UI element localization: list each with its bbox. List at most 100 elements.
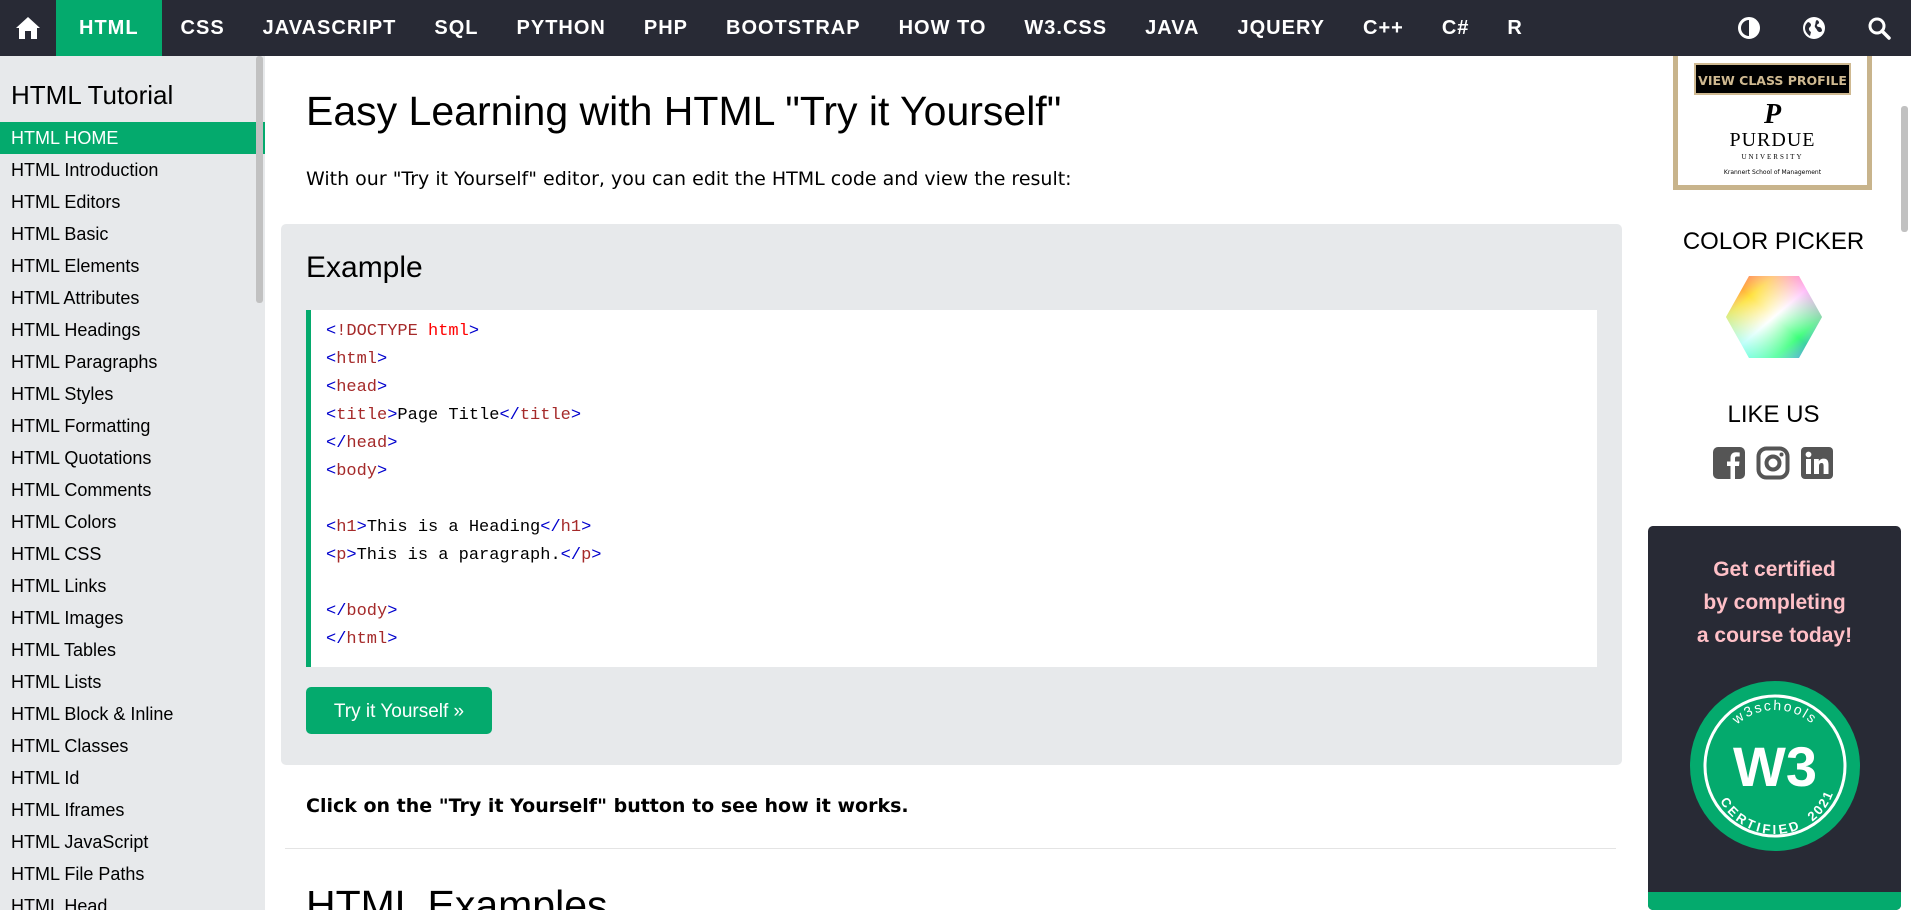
language-button[interactable] [1781,0,1846,56]
ad-banner: VIEW CLASS PROFILE [1694,63,1851,95]
sidebar-item-html-lists[interactable]: HTML Lists [0,666,265,698]
instagram-icon [1756,446,1790,480]
code-line: </head> [326,434,398,453]
nav-item-python[interactable]: PYTHON [498,0,625,56]
sidebar-item-html-elements[interactable]: HTML Elements [0,250,265,282]
sidebar-item-html-file-paths[interactable]: HTML File Paths [0,858,265,890]
example-title: Example [306,251,423,284]
instagram-link[interactable] [1756,446,1790,480]
sidebar-title: HTML Tutorial [11,80,174,110]
sidebar-item-html-javascript[interactable]: HTML JavaScript [0,826,265,858]
cert-line-1: Get certified [1713,558,1836,581]
sidebar-item-html-quotations[interactable]: HTML Quotations [0,442,265,474]
sidebar-item-html-css[interactable]: HTML CSS [0,538,265,570]
linkedin-link[interactable] [1800,446,1834,480]
social-links [1712,446,1834,480]
sidebar-item-html-attributes[interactable]: HTML Attributes [0,282,265,314]
section-heading-examples: HTML Examples [306,882,608,910]
sidebar-item-html-block-inline[interactable]: HTML Block & Inline [0,698,265,730]
code-line: <html> [326,350,388,369]
code-block: <!DOCTYPE html> <html> <head> <title>Pag… [306,310,1597,667]
ad-logo-letter: P [1763,99,1782,130]
divider [285,848,1616,849]
purdue-ad[interactable]: VIEW CLASS PROFILE P PURDUE UNIVERSITY K… [1673,56,1872,190]
code-line: </body> [326,602,398,621]
nav-item-css[interactable]: CSS [162,0,244,56]
sidebar-item-html-iframes[interactable]: HTML Iframes [0,794,265,826]
code-line: <h1>This is a Heading</h1> [326,518,592,537]
linkedin-icon [1801,447,1833,479]
sidebar-item-html-introduction[interactable]: HTML Introduction [0,154,265,186]
sidebar-item-html-formatting[interactable]: HTML Formatting [0,410,265,442]
sidebar-item-html-links[interactable]: HTML Links [0,570,265,602]
sidebar-scrollbar[interactable] [256,56,263,303]
nav-item-cpp[interactable]: C++ [1344,0,1423,56]
nav-item-sql[interactable]: SQL [415,0,497,56]
color-wheel-icon [1726,276,1822,358]
cert-line-2: by completing [1703,591,1846,614]
sidebar-item-html-head[interactable]: HTML Head [0,890,265,910]
top-navigation-bar: HTML CSS JAVASCRIPT SQL PYTHON PHP BOOTS… [0,0,1911,56]
cert-promo-text: Get certified by completing a course tod… [1648,553,1901,652]
nav-item-how-to[interactable]: HOW TO [880,0,1006,56]
home-icon [16,17,40,39]
example-panel: Example <!DOCTYPE html> <html> <head> <t… [281,224,1622,765]
code-line: <head> [326,378,388,397]
cert-line-3: a course today! [1696,624,1853,647]
sidebar-item-html-id[interactable]: HTML Id [0,762,265,794]
nav-item-bootstrap[interactable]: BOOTSTRAP [707,0,880,56]
sidebar-item-html-classes[interactable]: HTML Classes [0,730,265,762]
code-line: <body> [326,462,388,481]
nav-item-r[interactable]: R [1488,0,1541,56]
globe-icon [1802,17,1825,39]
cert-bottom-bar [1648,892,1901,910]
sidebar-item-html-images[interactable]: HTML Images [0,602,265,634]
sidebar-item-html-home[interactable]: HTML HOME [0,122,265,154]
like-us-title: LIKE US [1727,401,1820,428]
code-line: <!DOCTYPE html> [326,322,480,341]
certification-promo[interactable]: Get certified by completing a course tod… [1648,526,1901,910]
nav-item-html[interactable]: HTML [56,0,162,56]
ad-wordmark: PURDUE [1729,129,1816,151]
search-icon [1868,17,1891,40]
main-content: Easy Learning with HTML "Try it Yourself… [265,56,1636,910]
facebook-icon [1713,447,1745,479]
intro-text: With our "Try it Yourself" editor, you c… [306,168,1072,190]
code-line: </html> [326,630,398,649]
badge-mark: W3 [1733,735,1817,798]
nav-item-w3css[interactable]: W3.CSS [1005,0,1126,56]
contrast-icon [1737,17,1760,39]
sidebar-item-html-paragraphs[interactable]: HTML Paragraphs [0,346,265,378]
sidebar-item-html-basic[interactable]: HTML Basic [0,218,265,250]
theme-toggle-button[interactable] [1716,0,1781,56]
color-picker-link[interactable] [1725,274,1823,364]
sidebar-item-html-headings[interactable]: HTML Headings [0,314,265,346]
page-title: Easy Learning with HTML "Try it Yourself… [306,88,1062,134]
nav-item-java[interactable]: JAVA [1126,0,1218,56]
code-line: <title>Page Title</title> [326,406,582,425]
sidebar-item-html-comments[interactable]: HTML Comments [0,474,265,506]
page-scrollbar[interactable] [1901,106,1908,232]
click-note: Click on the "Try it Yourself" button to… [306,795,909,817]
ad-school: Krannert School of Management [1723,169,1822,176]
sidebar-item-html-tables[interactable]: HTML Tables [0,634,265,666]
sidebar-item-html-editors[interactable]: HTML Editors [0,186,265,218]
ad-subtitle: UNIVERSITY [1741,153,1804,161]
right-column: VIEW CLASS PROFILE P PURDUE UNIVERSITY K… [1636,56,1911,910]
nav-item-php[interactable]: PHP [625,0,707,56]
search-button[interactable] [1846,0,1911,56]
sidebar-item-html-styles[interactable]: HTML Styles [0,378,265,410]
w3schools-certified-badge: w3schools CERTIFIED 2021 W3 [1689,680,1861,856]
nav-item-javascript[interactable]: JAVASCRIPT [244,0,416,56]
nav-item-jquery[interactable]: JQUERY [1219,0,1345,56]
nav-right-icons [1716,0,1911,56]
sidebar-item-html-colors[interactable]: HTML Colors [0,506,265,538]
home-button[interactable] [0,0,56,56]
facebook-link[interactable] [1712,446,1746,480]
sidebar: HTML Tutorial HTML HOME HTML Introductio… [0,56,265,910]
code-line: <p>This is a paragraph.</p> [326,546,602,565]
try-it-yourself-button[interactable]: Try it Yourself » [306,687,492,734]
nav-item-csharp[interactable]: C# [1423,0,1489,56]
